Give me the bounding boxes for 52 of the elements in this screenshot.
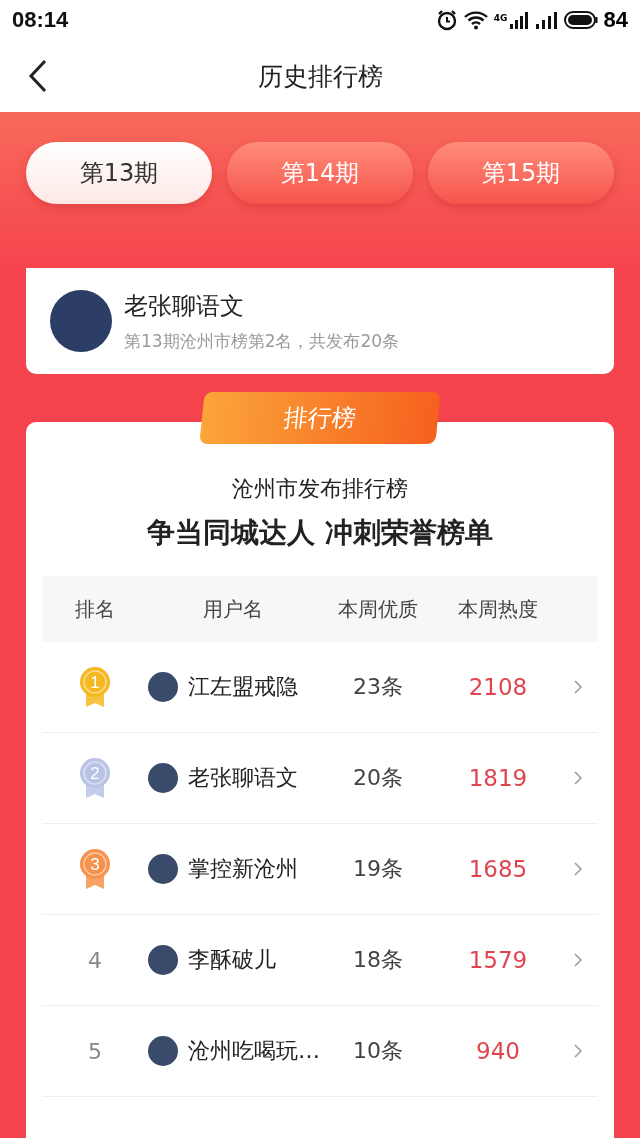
heat-score: 2108	[467, 674, 529, 700]
chevron-icon	[574, 862, 582, 876]
user-name: 老张聊语文	[188, 764, 298, 792]
column-header: 本周优质	[337, 595, 419, 623]
chevron-icon	[574, 680, 582, 694]
avatar-placeholder	[148, 945, 178, 975]
heat-score: 1819	[467, 765, 529, 791]
post-count: 23条	[352, 673, 404, 701]
ranking-row[interactable]: 1 江左盟戒隐 23条 2108	[42, 642, 598, 733]
ranking-row[interactable]: 2 老张聊语文 20条 1819	[42, 733, 598, 824]
ranking-banner: 排行榜	[199, 392, 441, 444]
post-count: 18条	[352, 946, 404, 974]
user-name: 李酥破儿	[188, 946, 276, 974]
chevron-icon	[574, 771, 582, 785]
board-title: 沧州市发布排行榜	[231, 475, 409, 503]
alarm-clock-icon	[435, 9, 458, 31]
chevron-icon	[574, 953, 582, 967]
column-header: 用户名	[202, 595, 264, 623]
signal-icon	[509, 11, 530, 29]
avatar-placeholder	[148, 1036, 178, 1066]
post-count: 20条	[352, 764, 404, 792]
ranking-row[interactable]: 4 李酥破儿 18条 1579	[42, 915, 598, 1006]
network-type-label: 4G	[493, 13, 508, 23]
board-slogan: 争当同城达人 冲刺荣誉榜单	[146, 515, 494, 551]
period-tab[interactable]: 第13期	[26, 142, 212, 204]
heat-score: 1579	[467, 947, 529, 973]
chevron-icon	[574, 1044, 582, 1058]
back-icon[interactable]	[28, 59, 48, 93]
user-name: 沧州吃喝玩…	[188, 1037, 320, 1065]
avatar-placeholder	[148, 854, 178, 884]
avatar-placeholder	[148, 763, 178, 793]
post-count: 19条	[352, 855, 404, 883]
user-name: 江左盟戒隐	[188, 673, 298, 701]
heat-score: 1685	[467, 856, 529, 882]
battery-icon	[563, 11, 598, 29]
ranking-row[interactable]: 5 沧州吃喝玩… 10条 940	[42, 1006, 598, 1097]
post-count: 10条	[352, 1037, 404, 1065]
page-title: 历史排行榜	[257, 60, 383, 93]
signal-icon	[535, 11, 558, 29]
rank-number: 5	[88, 1038, 102, 1064]
column-header: 排名	[74, 595, 116, 623]
user-name: 老张聊语文	[124, 290, 245, 322]
ranking-row[interactable]: 3 掌控新沧州 19条 1685	[42, 824, 598, 915]
rank-summary: 第13期沧州市榜第2名，共发布20条	[124, 329, 400, 353]
rank-number: 4	[88, 947, 102, 973]
status-time: 08:14	[12, 7, 69, 33]
column-header: 本周热度	[457, 595, 539, 623]
wifi-icon	[463, 10, 488, 30]
user-name: 掌控新沧州	[188, 855, 298, 883]
avatar-placeholder	[148, 672, 178, 702]
battery-level: 84	[603, 7, 628, 33]
heat-score: 940	[475, 1038, 521, 1064]
